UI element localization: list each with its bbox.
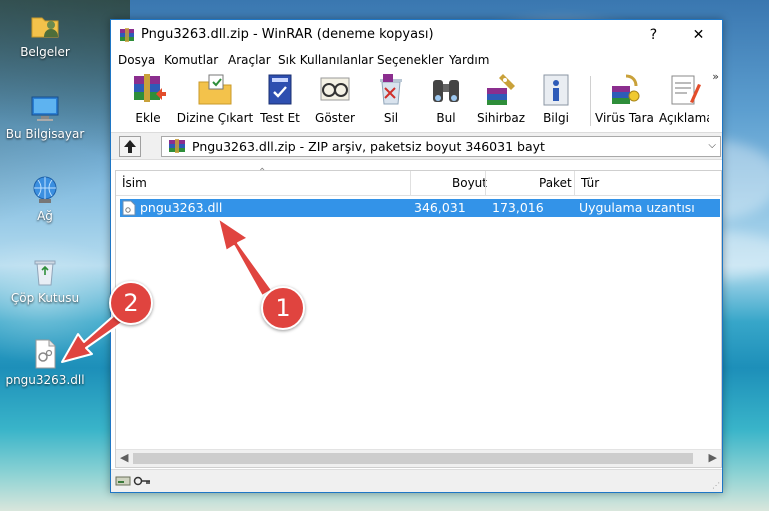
file-packed-size: 173,016 [492,200,544,215]
binoculars-icon [433,80,459,102]
column-name[interactable]: İsim [122,171,147,195]
column-type[interactable]: Tür [581,171,599,195]
column-size[interactable]: Boyut [452,171,487,195]
info-button[interactable]: Bilgi [528,72,584,125]
desktop-icon-label: Ağ [37,209,53,223]
virus-scan-icon [612,74,640,104]
add-button[interactable]: Ekle [120,72,176,125]
view-button[interactable]: Göster [307,72,363,125]
comment-icon [671,75,701,105]
desktop-icon-bu-bilgisayar[interactable]: Bu Bilgisayar [0,92,90,141]
archive-path-text: Pngu3263.dll.zip - ZIP arşiv, paketsiz b… [192,139,545,154]
add-archive-icon [134,74,166,102]
delete-button[interactable]: Sil [363,72,419,125]
wizard-button[interactable]: Sihirbaz [473,72,529,125]
toolbar-label: Test Et [260,111,300,125]
toolbar-label: Virüs Tara [595,111,654,125]
file-name: pngu3263.dll [140,200,223,215]
desktop-icon-ag[interactable]: Ağ [0,174,90,223]
scrollbar-thumb[interactable] [133,453,693,464]
delete-bin-icon [380,74,402,105]
menu-araclar[interactable]: Araçlar [228,53,271,67]
dll-file-icon [122,200,136,216]
menu-secenekler[interactable]: Seçenekler [377,53,444,67]
test-button[interactable]: Test Et [252,72,308,125]
toolbar-more-chevron-icon[interactable]: » [712,70,719,83]
menu-komutlar[interactable]: Komutlar [164,53,218,67]
toolbar-label: Göster [315,111,355,125]
address-bar: Pngu3263.dll.zip - ZIP arşiv, paketsiz b… [111,133,722,160]
window-title: Pngu3263.dll.zip - WinRAR (deneme kopyas… [141,27,434,42]
toolbar-separator [590,76,591,126]
desktop-icon-cop-kutusu[interactable]: Çöp Kutusu [0,256,90,305]
desktop-icon-pngu3263-dll[interactable]: pngu3263.dll [0,338,90,387]
help-button[interactable]: ? [631,20,676,50]
close-button[interactable]: ✕ [676,20,721,50]
desktop-icon-label: Belgeler [20,45,70,59]
winrar-window: Pngu3263.dll.zip - WinRAR (deneme kopyas… [110,19,723,493]
toolbar-label: Sihirbaz [476,111,526,125]
file-list: İsim ⌃ Boyut Paket Tür pngu3263.dll 346,… [115,167,722,468]
file-type: Uygulama uzantısı [579,200,695,215]
toolbar-label: Dizine Çıkart [176,111,254,125]
desktop-icon-label: Bu Bilgisayar [5,127,85,141]
extract-folder-icon [198,74,232,105]
network-icon [29,174,61,206]
view-glasses-icon [320,77,350,101]
menu-yardim[interactable]: Yardım [449,53,489,67]
resize-grip-icon[interactable]: ⋰ [712,481,720,490]
recycle-bin-icon [29,256,61,288]
info-icon [543,74,569,106]
drive-icon[interactable] [115,474,131,488]
up-folder-button[interactable] [119,136,141,157]
menu-bar: Dosya Komutlar Araçlar Sık Kullanılanlar… [111,50,722,70]
toolbar-label: Bilgi [543,111,569,125]
desktop-icon-label: pngu3263.dll [5,373,85,387]
table-row[interactable]: pngu3263.dll 346,031 173,016 Uygulama uz… [120,199,720,217]
virus-scan-button[interactable]: Virüs Tara [595,72,654,125]
chevron-down-icon[interactable]: ⌵ [708,140,716,151]
zip-archive-icon [169,139,185,153]
horizontal-scrollbar[interactable]: ◀ ▶ [116,449,721,467]
menu-dosya[interactable]: Dosya [118,53,155,67]
toolbar-label: Ekle [135,111,161,125]
toolbar: Ekle Dizine Çıkart Test Et Göster Sil Bu… [111,70,722,133]
file-size: 346,031 [414,200,466,215]
scroll-left-icon[interactable]: ◀ [120,451,128,464]
toolbar-label: Açıklama [659,111,709,125]
sort-indicator-icon: ⌃ [258,167,267,178]
winrar-app-icon [119,27,135,43]
archive-path-dropdown[interactable]: Pngu3263.dll.zip - ZIP arşiv, paketsiz b… [161,136,721,157]
status-bar: ⋰ [111,469,722,492]
column-packed[interactable]: Paket [539,171,572,195]
scroll-right-icon[interactable]: ▶ [709,451,717,464]
test-book-icon [268,74,292,105]
dll-file-icon [29,338,61,370]
title-bar[interactable]: Pngu3263.dll.zip - WinRAR (deneme kopyas… [111,20,722,50]
computer-icon [29,92,61,124]
toolbar-label: Sil [383,111,399,125]
extract-to-button[interactable]: Dizine Çıkart [173,72,257,125]
step-badge-2: 2 [109,281,153,325]
list-header: İsim ⌃ Boyut Paket Tür [116,167,721,196]
wizard-icon [487,74,515,105]
desktop-icon-belgeler[interactable]: Belgeler [0,10,90,59]
key-icon[interactable] [133,474,151,488]
toolbar-label: Bul [436,111,456,125]
step-badge-1: 1 [261,286,305,330]
folder-user-icon [29,10,61,42]
desktop-icon-label: Çöp Kutusu [10,291,80,305]
menu-sik-kullanilanlar[interactable]: Sık Kullanılanlar [278,53,373,67]
comment-button[interactable]: Açıklama [659,72,709,125]
find-button[interactable]: Bul [418,72,474,125]
up-arrow-icon [124,140,136,153]
